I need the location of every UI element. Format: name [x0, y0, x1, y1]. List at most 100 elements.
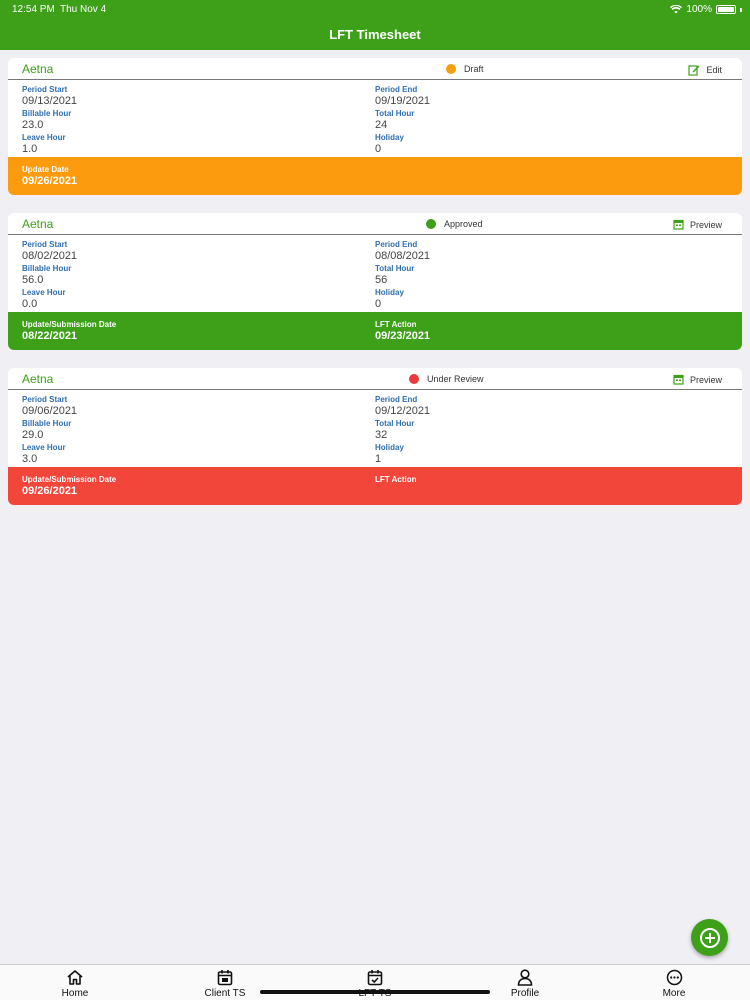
card-footer: Update/Submission Date 08/22/2021 LFT Ac…: [8, 312, 742, 350]
holiday-field: Holiday 1: [375, 443, 404, 466]
total-hour-field: Total Hour 32: [375, 419, 414, 442]
total-hour-label: Total Hour: [375, 419, 415, 428]
card-footer: Update/Submission Date 09/26/2021 LFT Ac…: [8, 467, 742, 505]
period-start-value: 08/02/2021: [22, 250, 78, 262]
wifi-icon: [670, 5, 683, 14]
holiday-value: 1: [375, 453, 382, 465]
card-details: Period Start 08/02/2021 Period End 08/08…: [8, 235, 742, 312]
status-indicator: Approved: [426, 219, 483, 229]
period-end-field: Period End 08/08/2021: [375, 240, 430, 263]
period-start-value: 09/13/2021: [22, 95, 78, 107]
edit-icon: [688, 65, 700, 76]
card-details: Period Start 09/13/2021 Period End 09/19…: [8, 80, 742, 157]
calendar-icon: [673, 374, 684, 385]
tab-profile-label: Profile: [510, 988, 540, 999]
lft-action-label: LFT Action: [375, 320, 417, 329]
app-header: 12:54 PM Thu Nov 4 100% LFT Timesheet: [0, 0, 750, 50]
period-end-value: 09/19/2021: [375, 95, 431, 107]
leave-hour-value: 3.0: [22, 453, 38, 465]
preview-button[interactable]: Preview: [673, 374, 722, 385]
submission-date-label: Update/Submission Date: [22, 475, 117, 484]
holiday-label: Holiday: [375, 443, 404, 452]
home-indicator: [260, 990, 490, 994]
more-icon: [666, 969, 682, 986]
card-header: Aetna Draft Edit: [8, 58, 742, 80]
billable-hour-field: Billable Hour 23.0: [22, 109, 71, 132]
period-end-field: Period End 09/12/2021: [375, 395, 430, 418]
period-start-field: Period Start 09/06/2021: [22, 395, 77, 418]
status-label: Draft: [464, 64, 484, 74]
client-name: Aetna: [22, 217, 54, 231]
holiday-value: 0: [375, 143, 382, 155]
add-circle-icon: [699, 927, 720, 948]
add-timesheet-button[interactable]: [691, 919, 728, 956]
tab-bar: Home Client TS LFT TS Profile More: [0, 964, 750, 1000]
period-end-field: Period End 09/19/2021: [375, 85, 430, 108]
timesheet-card[interactable]: Aetna Draft Edit Period Start 09/13/2021…: [8, 58, 742, 195]
period-start-label: Period Start: [22, 240, 68, 249]
tab-home-label: Home: [61, 988, 89, 999]
period-start-label: Period Start: [22, 395, 68, 404]
leave-hour-field: Leave Hour 1.0: [22, 133, 66, 156]
status-dot-icon: [446, 64, 456, 74]
holiday-label: Holiday: [375, 288, 404, 297]
billable-hour-field: Billable Hour 29.0: [22, 419, 71, 442]
preview-label: Preview: [689, 374, 722, 385]
total-hour-label: Total Hour: [375, 109, 415, 118]
status-dot-icon: [409, 374, 419, 384]
status-right: 100%: [670, 4, 742, 15]
total-hour-label: Total Hour: [375, 264, 415, 273]
status-dot-icon: [426, 219, 436, 229]
preview-button[interactable]: Preview: [673, 219, 722, 230]
tab-client-ts[interactable]: Client TS: [185, 969, 265, 999]
tab-profile[interactable]: Profile: [485, 969, 565, 999]
lft-action-value: 09/23/2021: [375, 330, 431, 342]
person-icon: [517, 969, 533, 986]
home-icon: [67, 970, 83, 985]
lft-action-label: LFT Action: [375, 475, 417, 484]
status-label: Under Review: [427, 374, 484, 384]
calendar-icon: [673, 219, 684, 230]
tab-client-ts-label: Client TS: [204, 988, 246, 999]
total-hour-field: Total Hour 56: [375, 264, 414, 287]
update-date-label: Update Date: [22, 165, 69, 174]
edit-label: Edit: [706, 65, 722, 75]
timesheet-card[interactable]: Aetna Approved Preview Period Start 08/0…: [8, 213, 742, 350]
holiday-label: Holiday: [375, 133, 404, 142]
tab-home[interactable]: Home: [35, 969, 115, 999]
tab-more-label: More: [662, 988, 686, 999]
status-label: Approved: [444, 219, 483, 229]
preview-label: Preview: [689, 219, 722, 230]
total-hour-value: 32: [375, 429, 388, 441]
period-end-label: Period End: [375, 395, 418, 404]
billable-hour-value: 23.0: [22, 119, 44, 131]
edit-button[interactable]: Edit: [688, 64, 722, 76]
client-name: Aetna: [22, 62, 54, 76]
tab-more[interactable]: More: [634, 969, 714, 999]
period-end-label: Period End: [375, 240, 418, 249]
calendar-check-icon: [367, 970, 383, 986]
update-date-value: 09/26/2021: [22, 175, 78, 187]
leave-hour-field: Leave Hour 3.0: [22, 443, 66, 466]
card-footer: Update Date 09/26/2021: [8, 157, 742, 195]
period-end-label: Period End: [375, 85, 418, 94]
page-title: LFT Timesheet: [329, 27, 421, 42]
billable-hour-field: Billable Hour 56.0: [22, 264, 71, 287]
status-indicator: Draft: [446, 64, 484, 74]
timesheet-card[interactable]: Aetna Under Review Preview Period Start …: [8, 368, 742, 505]
card-header: Aetna Approved Preview: [8, 213, 742, 235]
billable-hour-value: 56.0: [22, 274, 44, 286]
billable-hour-value: 29.0: [22, 429, 44, 441]
status-date: Thu Nov 4: [60, 4, 107, 15]
leave-hour-label: Leave Hour: [22, 443, 66, 452]
submission-date-value: 08/22/2021: [22, 330, 78, 342]
leave-hour-field: Leave Hour 0.0: [22, 288, 66, 311]
submission-date-label: Update/Submission Date: [22, 320, 117, 329]
client-name: Aetna: [22, 372, 54, 386]
tab-lft-ts[interactable]: LFT TS: [335, 969, 415, 999]
period-start-value: 09/06/2021: [22, 405, 78, 417]
status-time: 12:54 PM: [12, 4, 55, 15]
leave-hour-label: Leave Hour: [22, 288, 66, 297]
leave-hour-label: Leave Hour: [22, 133, 66, 142]
holiday-field: Holiday 0: [375, 288, 404, 311]
